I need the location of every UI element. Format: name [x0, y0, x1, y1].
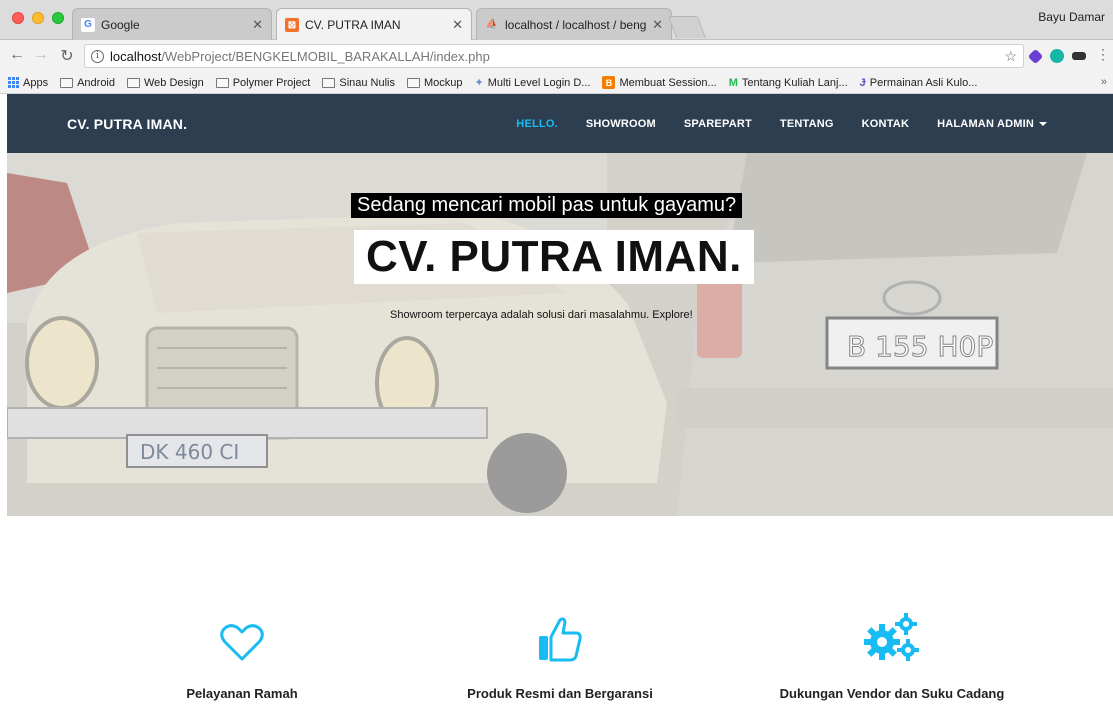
- tab-title: localhost / localhost / bengkel: [505, 17, 647, 32]
- tab-title: Google: [101, 17, 140, 32]
- close-window-button[interactable]: [12, 12, 24, 24]
- bookmark-apps[interactable]: Apps: [8, 77, 48, 89]
- hero-subtitle: Sedang mencari mobil pas untuk gayamu?: [351, 193, 743, 218]
- extension-m-icon[interactable]: [1050, 49, 1064, 63]
- feature-label: Produk Resmi dan Bergaransi: [467, 686, 653, 701]
- info-icon[interactable]: i: [91, 49, 104, 63]
- hero-section: DK 460 CI B 155 H0P Sedang mencari mobil…: [7, 153, 1113, 516]
- tab-title: CV. PUTRA IMAN: [305, 18, 401, 32]
- extension-diamond-icon[interactable]: [1027, 48, 1044, 65]
- multilevel-login-icon: ✦: [474, 77, 484, 89]
- new-tab-button[interactable]: [667, 16, 707, 38]
- nav-hello[interactable]: HELLO.: [516, 118, 558, 130]
- folder-icon: [215, 77, 229, 88]
- close-tab-icon[interactable]: ✕: [452, 17, 463, 33]
- back-arrow-icon[interactable]: ←: [8, 46, 26, 64]
- apps-grid-icon: [8, 77, 19, 88]
- hero-title: CV. PUTRA IMAN.: [354, 230, 754, 284]
- tab-cv-putra-iman[interactable]: ⊠ CV. PUTRA IMAN ✕: [276, 8, 472, 41]
- bookmark-star-icon[interactable]: ☆: [1004, 48, 1017, 65]
- menu-kebab-icon[interactable]: ⋮: [1094, 46, 1112, 63]
- bookmark-j-icon: Ɉ: [859, 76, 866, 89]
- bookmark-folder[interactable]: Web Design: [127, 77, 204, 89]
- site-menu: HELLO. SHOWROOM SPAREPART TENTANG KONTAK…: [516, 118, 1047, 130]
- close-tab-icon[interactable]: ✕: [652, 17, 663, 33]
- heart-icon: [220, 624, 264, 661]
- phpmyadmin-icon: ⛵: [485, 19, 499, 30]
- folder-icon: [407, 77, 420, 88]
- reload-icon[interactable]: ↻: [58, 46, 76, 66]
- close-tab-icon[interactable]: ✕: [252, 17, 263, 33]
- thumbs-up-icon: [539, 617, 582, 662]
- url-path: /WebProject/BENGKELMOBIL_BARAKALLAH/inde…: [161, 48, 490, 64]
- forward-arrow-icon[interactable]: →: [32, 46, 50, 64]
- gears-icon: [864, 613, 919, 661]
- nav-tentang[interactable]: TENTANG: [780, 118, 834, 130]
- maximize-window-button[interactable]: [52, 12, 64, 24]
- feature-item: Produk Resmi dan Bergaransi: [410, 612, 710, 701]
- caret-down-icon: [1039, 122, 1047, 127]
- folder-icon: [60, 77, 74, 88]
- minimize-window-button[interactable]: [32, 12, 44, 24]
- bookmark-folder[interactable]: Polymer Project: [215, 77, 310, 89]
- tab-phpmyadmin[interactable]: ⛵ localhost / localhost / bengkel ✕: [476, 8, 672, 40]
- browser-tab-bar: G Google ✕ ⊠ CV. PUTRA IMAN ✕ ⛵ localhos…: [0, 0, 1113, 41]
- address-bar[interactable]: i localhost/WebProject/BENGKELMOBIL_BARA…: [84, 44, 1024, 68]
- browser-toolbar: ← → ↻ i localhost/WebProject/BENGKELMOBI…: [0, 40, 1113, 72]
- feature-item: Dukungan Vendor dan Suku Cadang: [742, 612, 1042, 701]
- profile-name[interactable]: Bayu Damar: [1038, 10, 1105, 24]
- bookmark-link[interactable]: B Membuat Session...: [602, 76, 717, 89]
- blogger-icon: B: [602, 76, 616, 89]
- bookmark-link[interactable]: ✦ Multi Level Login D...: [474, 76, 591, 90]
- site-brand[interactable]: CV. PUTRA IMAN.: [67, 116, 187, 132]
- bookmarks-bar: Apps Android Web Design Polymer Project …: [0, 72, 1113, 94]
- hero-description: Showroom terpercaya adalah solusi dari m…: [390, 309, 693, 321]
- bookmark-link[interactable]: M Tentang Kuliah Lanj...: [729, 77, 848, 89]
- folder-icon: [127, 77, 140, 88]
- medium-icon: M: [728, 76, 738, 89]
- site-navbar: CV. PUTRA IMAN. HELLO. SHOWROOM SPAREPAR…: [7, 94, 1113, 153]
- extension-glasses-icon[interactable]: [1072, 52, 1086, 60]
- folder-icon: [322, 77, 336, 88]
- bookmark-folder[interactable]: Mockup: [407, 77, 463, 89]
- nav-showroom[interactable]: SHOWROOM: [586, 118, 656, 130]
- features-section: Pelayanan Ramah Produk Resmi dan Bergara…: [7, 516, 1113, 704]
- xampp-icon: ⊠: [285, 18, 299, 32]
- bookmark-folder[interactable]: Android: [60, 77, 115, 89]
- bookmark-folder[interactable]: Sinau Nulis: [322, 77, 395, 89]
- nav-sparepart[interactable]: SPAREPART: [684, 118, 752, 130]
- bookmarks-overflow-button[interactable]: »: [1101, 76, 1107, 88]
- feature-label: Pelayanan Ramah: [186, 686, 298, 701]
- nav-halaman-admin[interactable]: HALAMAN ADMIN: [937, 118, 1047, 130]
- tab-google[interactable]: G Google ✕: [72, 8, 272, 40]
- bookmark-link[interactable]: Ɉ Permainan Asli Kulo...: [860, 77, 978, 89]
- url-host: localhost: [110, 48, 162, 64]
- feature-item: Pelayanan Ramah: [92, 612, 392, 701]
- google-icon: G: [81, 17, 95, 32]
- nav-kontak[interactable]: KONTAK: [862, 118, 909, 130]
- feature-label: Dukungan Vendor dan Suku Cadang: [779, 686, 1005, 701]
